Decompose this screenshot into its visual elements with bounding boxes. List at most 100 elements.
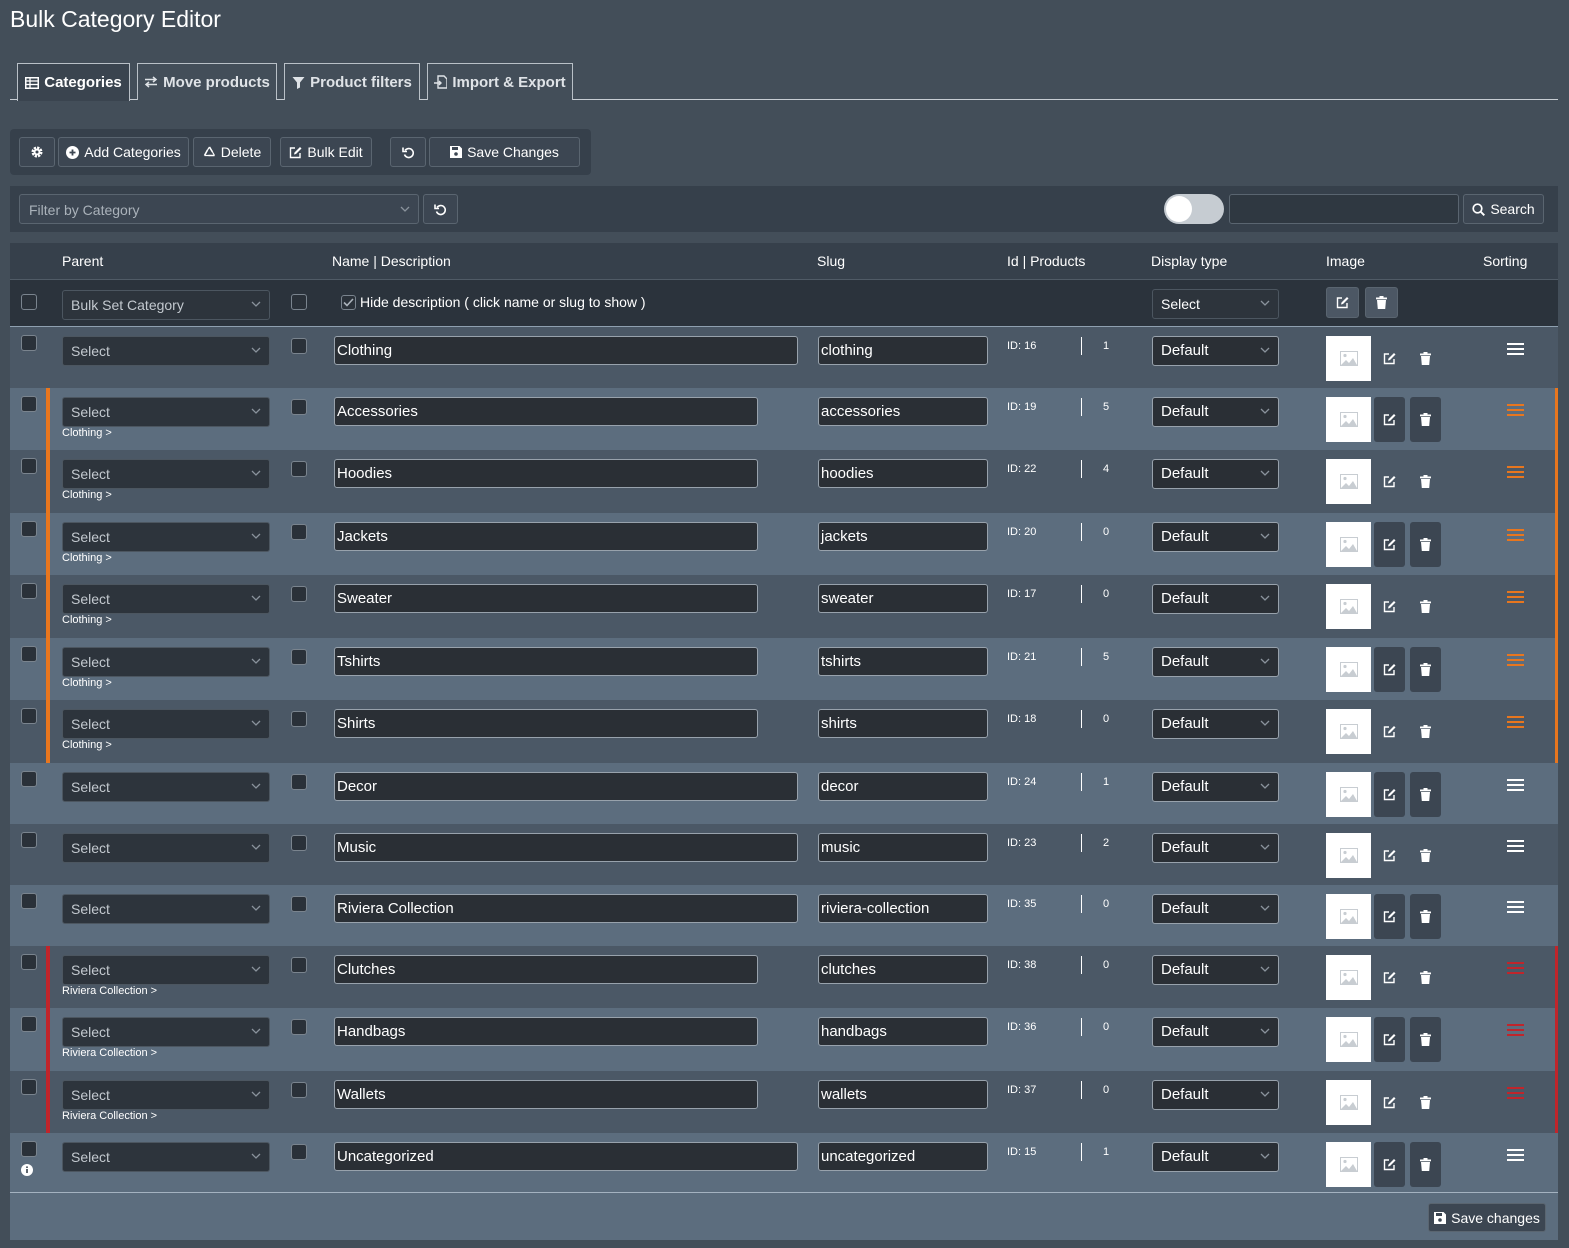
row-secondary-checkbox[interactable] bbox=[291, 399, 307, 415]
delete-image-button[interactable] bbox=[1410, 1080, 1441, 1125]
category-slug-input[interactable]: uncategorized bbox=[818, 1142, 988, 1171]
parent-select[interactable]: Select bbox=[62, 522, 270, 552]
display-type-select[interactable]: Default bbox=[1152, 336, 1279, 366]
category-name-input[interactable]: Shirts bbox=[334, 709, 758, 738]
category-name-input[interactable]: Handbags bbox=[334, 1017, 758, 1046]
row-checkbox[interactable] bbox=[21, 396, 37, 412]
edit-image-button[interactable] bbox=[1374, 336, 1405, 381]
category-name-input[interactable]: Clothing bbox=[334, 336, 798, 365]
edit-image-button[interactable] bbox=[1374, 709, 1405, 754]
row-checkbox[interactable] bbox=[21, 771, 37, 787]
edit-image-button[interactable] bbox=[1374, 772, 1405, 817]
category-name-input[interactable]: Tshirts bbox=[334, 647, 758, 676]
bulk-delete-image-button[interactable] bbox=[1365, 287, 1398, 318]
drag-handle-icon[interactable] bbox=[1507, 590, 1524, 604]
select-all-checkbox[interactable] bbox=[21, 294, 37, 310]
row-secondary-checkbox[interactable] bbox=[291, 649, 307, 665]
category-slug-input[interactable]: handbags bbox=[818, 1017, 988, 1046]
edit-image-button[interactable] bbox=[1374, 894, 1405, 939]
category-image-thumbnail[interactable] bbox=[1326, 1142, 1371, 1187]
row-checkbox[interactable] bbox=[21, 1016, 37, 1032]
drag-handle-icon[interactable] bbox=[1507, 839, 1524, 853]
row-checkbox[interactable] bbox=[21, 646, 37, 662]
category-slug-input[interactable]: clutches bbox=[818, 955, 988, 984]
row-checkbox[interactable] bbox=[21, 893, 37, 909]
category-name-input[interactable]: Hoodies bbox=[334, 459, 758, 488]
delete-image-button[interactable] bbox=[1410, 1142, 1441, 1187]
category-name-input[interactable]: Uncategorized bbox=[334, 1142, 798, 1171]
category-slug-input[interactable]: tshirts bbox=[818, 647, 988, 676]
category-image-thumbnail[interactable] bbox=[1326, 1017, 1371, 1062]
parent-select[interactable]: Select bbox=[62, 955, 270, 985]
bulk-checkbox[interactable] bbox=[291, 294, 307, 310]
category-image-thumbnail[interactable] bbox=[1326, 522, 1371, 567]
category-name-input[interactable]: Clutches bbox=[334, 955, 758, 984]
category-image-thumbnail[interactable] bbox=[1326, 584, 1371, 629]
category-slug-input[interactable]: hoodies bbox=[818, 459, 988, 488]
row-secondary-checkbox[interactable] bbox=[291, 835, 307, 851]
info-icon[interactable] bbox=[21, 1164, 33, 1176]
edit-image-button[interactable] bbox=[1374, 955, 1405, 1000]
row-secondary-checkbox[interactable] bbox=[291, 338, 307, 354]
bulk-set-category-select[interactable]: Bulk Set Category bbox=[62, 290, 270, 320]
display-type-select[interactable]: Default bbox=[1152, 955, 1279, 985]
category-image-thumbnail[interactable] bbox=[1326, 894, 1371, 939]
delete-image-button[interactable] bbox=[1410, 647, 1441, 692]
display-type-select[interactable]: Default bbox=[1152, 1080, 1279, 1110]
edit-image-button[interactable] bbox=[1374, 522, 1405, 567]
hide-description-toggle[interactable]: Hide description ( click name or slug to… bbox=[341, 294, 646, 310]
drag-handle-icon[interactable] bbox=[1507, 465, 1524, 479]
row-secondary-checkbox[interactable] bbox=[291, 1082, 307, 1098]
row-secondary-checkbox[interactable] bbox=[291, 586, 307, 602]
edit-image-button[interactable] bbox=[1374, 397, 1405, 442]
category-image-thumbnail[interactable] bbox=[1326, 772, 1371, 817]
reset-button[interactable] bbox=[390, 137, 426, 167]
drag-handle-icon[interactable] bbox=[1507, 715, 1524, 729]
category-image-thumbnail[interactable] bbox=[1326, 955, 1371, 1000]
parent-select[interactable]: Select bbox=[62, 397, 270, 427]
add-categories-button[interactable]: Add Categories bbox=[58, 137, 189, 167]
row-checkbox[interactable] bbox=[21, 583, 37, 599]
display-type-select[interactable]: Default bbox=[1152, 397, 1279, 427]
delete-button[interactable]: Delete bbox=[193, 137, 271, 167]
category-slug-input[interactable]: decor bbox=[818, 772, 988, 801]
parent-select[interactable]: Select bbox=[62, 1017, 270, 1047]
edit-image-button[interactable] bbox=[1374, 1017, 1405, 1062]
delete-image-button[interactable] bbox=[1410, 772, 1441, 817]
tab-product-filters[interactable]: Product filters bbox=[284, 63, 420, 100]
row-secondary-checkbox[interactable] bbox=[291, 711, 307, 727]
delete-image-button[interactable] bbox=[1410, 397, 1441, 442]
filter-by-category-select[interactable]: Filter by Category bbox=[19, 194, 419, 224]
row-checkbox[interactable] bbox=[21, 954, 37, 970]
row-secondary-checkbox[interactable] bbox=[291, 896, 307, 912]
row-secondary-checkbox[interactable] bbox=[291, 524, 307, 540]
settings-button[interactable] bbox=[19, 137, 55, 167]
category-image-thumbnail[interactable] bbox=[1326, 647, 1371, 692]
category-image-thumbnail[interactable] bbox=[1326, 336, 1371, 381]
hide-description-checkbox[interactable] bbox=[341, 294, 356, 310]
parent-select[interactable]: Select bbox=[62, 709, 270, 739]
parent-select[interactable]: Select bbox=[62, 1080, 270, 1110]
row-checkbox[interactable] bbox=[21, 1141, 37, 1157]
tab-move-products[interactable]: Move products bbox=[137, 63, 277, 100]
delete-image-button[interactable] bbox=[1410, 584, 1441, 629]
delete-image-button[interactable] bbox=[1410, 894, 1441, 939]
parent-select[interactable]: Select bbox=[62, 1142, 270, 1172]
drag-handle-icon[interactable] bbox=[1507, 900, 1524, 914]
save-changes-button[interactable]: Save Changes bbox=[429, 137, 580, 167]
display-type-select[interactable]: Default bbox=[1152, 1017, 1279, 1047]
parent-select[interactable]: Select bbox=[62, 833, 270, 863]
category-name-input[interactable]: Jackets bbox=[334, 522, 758, 551]
row-checkbox[interactable] bbox=[21, 1079, 37, 1095]
parent-select[interactable]: Select bbox=[62, 647, 270, 677]
display-type-select[interactable]: Default bbox=[1152, 1142, 1279, 1172]
category-name-input[interactable]: Sweater bbox=[334, 584, 758, 613]
parent-select[interactable]: Select bbox=[62, 459, 270, 489]
row-checkbox[interactable] bbox=[21, 335, 37, 351]
filter-reset-button[interactable] bbox=[423, 194, 458, 224]
drag-handle-icon[interactable] bbox=[1507, 961, 1524, 975]
footer-save-button[interactable]: Save changes bbox=[1428, 1203, 1546, 1232]
category-image-thumbnail[interactable] bbox=[1326, 397, 1371, 442]
category-name-input[interactable]: Decor bbox=[334, 772, 798, 801]
delete-image-button[interactable] bbox=[1410, 955, 1441, 1000]
